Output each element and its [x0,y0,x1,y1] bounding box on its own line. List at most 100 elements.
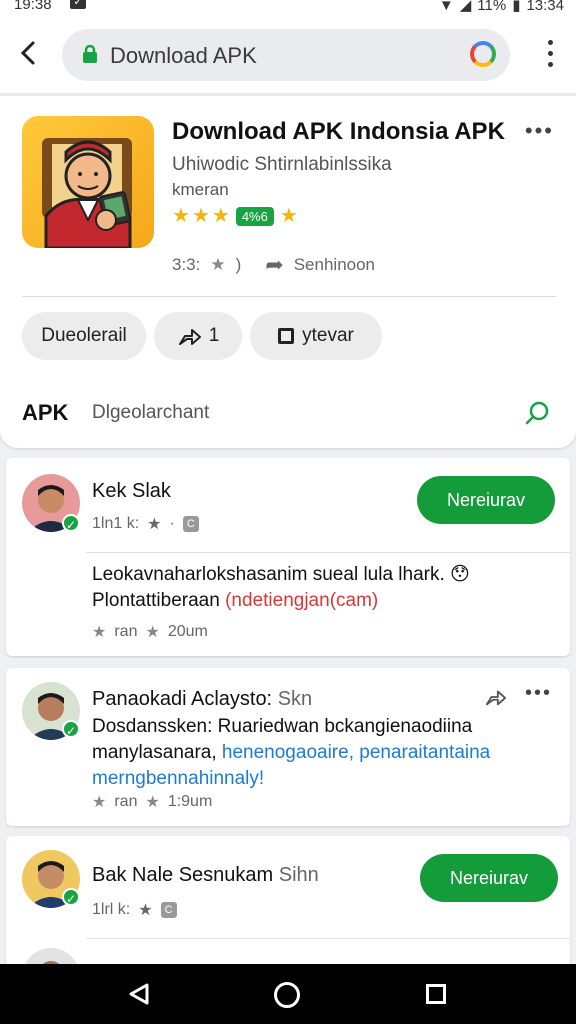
app-card: Download APK Indonsia APK ••• Uhiwodic S… [0,96,576,448]
overflow-menu-button[interactable] [548,40,556,70]
reviewer-count: 1ln1 k: [92,515,140,532]
review-foot-a: ran [114,623,138,640]
wifi-icon: ▼ [438,0,454,14]
stats-row: 3:3: ★ ) ➦ Senhinoon [172,252,375,278]
share-icon[interactable] [484,686,508,708]
search-icon[interactable] [524,400,550,426]
rating-badge: 4%6 [235,206,274,226]
system-nav-bar [0,964,576,1024]
download-chip[interactable]: Dueolerail [22,312,146,360]
nav-back-icon[interactable] [128,982,150,1006]
nav-recents-icon[interactable] [426,984,446,1004]
status-bar: 19:38 ✓ ▼ ◢ 11% ▮ 13:34 [0,0,576,16]
reviewer-name[interactable]: Panaokadi Aclaysto: Skn [92,688,312,711]
verified-badge-icon: ✓ [62,514,80,532]
apk-label: APK [22,400,69,425]
apk-description: Dlgeolarchant [92,402,210,423]
more-options-icon[interactable]: ••• [525,118,554,144]
app-icon [22,116,154,248]
review-card: ✓ Panaokadi Aclaysto: Skn ••• Dosdansske… [6,668,570,826]
emoji-icon: 😯 [450,564,470,585]
app-category: kmeran [172,180,229,199]
review-line-1: Leokavnaharlokshasanim sueal lula lhark. [92,564,445,585]
app-title: Download APK Indonsia APK [172,118,505,145]
star-icon: ★ [92,794,107,811]
divider [86,938,570,939]
status-clock: 13:34 [526,0,564,14]
notification-icon: ✓ [70,0,86,9]
lock-icon [83,45,97,63]
review-card: ✓ Kek Slak 1ln1 k: ★ · C Nereiurav Leoka… [6,458,570,656]
badge-icon: C [182,516,199,532]
google-icon[interactable] [470,41,496,67]
reviewer-name-text: Panaokadi Aclaysto: [92,688,273,710]
star-icon: ★ [191,205,210,227]
download-chip-label: Dueolerail [41,325,127,346]
divider [86,552,570,553]
share-chip-count: 1 [208,325,220,346]
review-line-2: Plontattiberaan [92,590,220,611]
battery-percent: 11% [477,0,507,14]
nav-home-icon[interactable] [274,982,300,1008]
review-text: Leokavnaharlokshasanim sueal lula lhark.… [92,562,564,614]
reviewer-name-suffix: Sihn [278,864,319,886]
badge-icon: C [160,902,177,918]
url-field[interactable]: Download APK [62,29,510,81]
app-developer[interactable]: Uhiwodic Shtirnlabinlssika [172,154,392,176]
star-icon: ★ [279,205,298,227]
review-footer: ★ ran ★ 20um [92,622,208,642]
review-footer: ★ ran ★ 1:9um [92,792,212,812]
reviewer-name-text: Bak Nale Sesnukam [92,864,274,886]
verified-badge-icon: ✓ [62,720,80,738]
more-options-icon[interactable]: ••• [525,682,552,705]
browser-toolbar: Download APK [0,16,576,94]
reviewer-count: 1lrl k: [92,901,131,918]
review-text: Dosdanssken: Ruariedwan bckangienaodiina… [92,714,562,792]
chevron-left-icon [20,41,35,65]
follow-button[interactable]: Nereiurav [417,476,555,524]
share-label[interactable]: Senhinoon [294,255,375,275]
reviewer-meta: 1lrl k: ★ C [92,900,177,920]
review-link-2[interactable]: merngbennahinnaly! [92,768,264,789]
app-size: 3:3: [172,255,201,274]
signal-icon: ◢ [459,0,472,14]
reviewer-name[interactable]: Kek Slak [92,480,171,503]
review-chip-label: ytevar [302,325,354,346]
follow-button-label: Nereiurav [446,489,526,510]
review-line-2: manylasanara, [92,742,217,763]
star-icon: ★ [172,205,190,227]
share-icon [178,329,201,345]
review-foot-b: 1:9um [167,793,213,810]
review-foot-b: 20um [167,623,208,640]
dot-glyph: · [169,515,175,532]
url-text: Download APK [110,43,257,68]
star-icon: ★ [147,516,162,533]
reviewer-meta: 1ln1 k: ★ · C [92,514,199,534]
star-icon: ★ [145,624,160,641]
review-foot-a: ran [114,793,138,810]
battery-icon: ▮ [512,0,521,14]
divider [22,296,556,297]
star-icon: ★ [145,794,160,811]
star-icon: ★ [211,205,230,227]
verified-badge-icon: ✓ [62,888,80,906]
follow-button-label: Nereiurav [449,867,529,888]
review-line-1: Dosdanssken: Ruariedwan bckangienaodiina [92,716,473,737]
star-outline-icon: ★ [210,255,226,274]
review-icon [278,328,295,344]
share-chip[interactable]: 1 [154,312,242,360]
review-card: ✓ Bak Nale Sesnukam Sihn 1lrl k: ★ C Ner… [6,836,570,1006]
back-button[interactable] [14,38,44,68]
rating-row: ★ ★ ★ 4%6 ★ [172,206,298,226]
share-arrow-icon[interactable]: ➦ [265,252,283,278]
star-icon: ★ [92,624,107,641]
status-time: 19:38 [14,0,52,13]
separator-glyph: ) [235,255,242,274]
star-icon: ★ [138,902,153,919]
review-link[interactable]: henenogaoaire, penaraitantaina [222,742,490,763]
reviewer-name[interactable]: Bak Nale Sesnukam Sihn [92,864,319,887]
follow-button[interactable]: Nereiurav [420,854,558,902]
review-highlight[interactable]: (ndetiengjan(cam) [225,590,378,611]
reviewer-name-suffix: Skn [277,688,313,710]
review-chip[interactable]: ytevar [250,312,382,360]
